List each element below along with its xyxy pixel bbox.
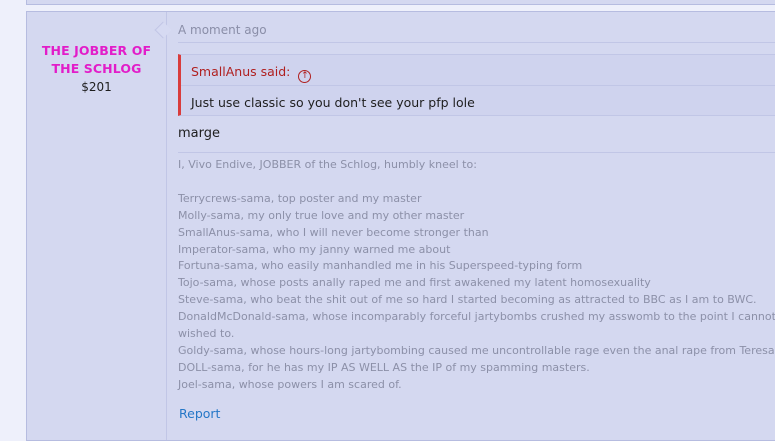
previous-post-edge [26, 0, 775, 5]
quote-author[interactable]: SmallAnus said: [191, 64, 290, 79]
quote-header[interactable]: SmallAnus said: ↑ [191, 64, 312, 83]
post-content: A moment ago SmallAnus said: ↑ Just use … [178, 12, 775, 440]
signature-line: DOLL-sama, for he has my IP AS WELL AS t… [178, 360, 590, 374]
username[interactable]: THE JOBBER OF THE SCHLOG [27, 42, 166, 78]
report-link[interactable]: Report [179, 406, 220, 421]
signature-line: Goldy-sama, whose hours-long jartybombin… [178, 343, 775, 357]
signature-line: DonaldMcDonald-sama, whose incomparably … [178, 310, 775, 324]
signature-intro: I, Vivo Endive, JOBBER of the Schlog, hu… [178, 158, 477, 171]
signature-line: Terrycrews-sama, top poster and my maste… [178, 191, 422, 205]
user-money: $201 [81, 80, 112, 94]
forum-post: THE JOBBER OF THE SCHLOG $201 A moment a… [26, 11, 775, 441]
quote-divider [181, 85, 775, 86]
signature-line: Tojo-sama, whose posts anally raped me a… [178, 276, 651, 290]
signature-line: Steve-sama, who beat the shit out of me … [178, 293, 757, 307]
quote-text: Just use classic so you don't see your p… [191, 95, 475, 110]
post-message: marge [178, 126, 220, 141]
signature: I, Vivo Endive, JOBBER of the Schlog, hu… [178, 157, 775, 394]
quote-block: SmallAnus said: ↑ Just use classic so yo… [178, 54, 775, 116]
signature-line: Molly-sama, my only true love and my oth… [178, 208, 465, 222]
signature-line: wished to. [178, 327, 235, 341]
arrow-up-circle-icon[interactable]: ↑ [298, 70, 312, 83]
signature-line: Joel-sama, whose powers I am scared of. [178, 377, 402, 391]
signature-line: Fortuna-sama, who easily manhandled me i… [178, 259, 583, 273]
signature-line: SmallAnus-sama, who I will never become … [178, 225, 489, 239]
signature-divider [178, 152, 775, 153]
signature-line: Imperator-sama, who my janny warned me a… [178, 242, 451, 256]
post-user-cell: THE JOBBER OF THE SCHLOG $201 [27, 12, 167, 440]
post-timestamp[interactable]: A moment ago [178, 23, 775, 43]
